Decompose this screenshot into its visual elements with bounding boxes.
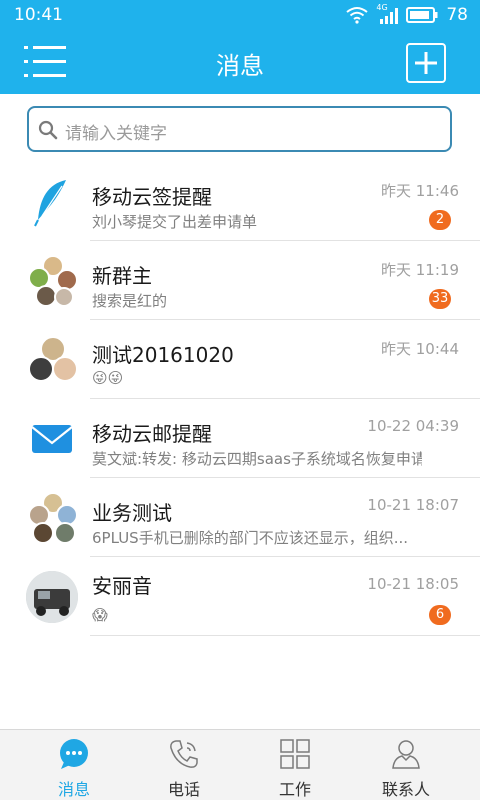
- grid-icon: [280, 739, 310, 769]
- unread-badge: 6: [429, 605, 451, 625]
- search-placeholder: 请输入关键字: [65, 124, 167, 144]
- battery-icon: [406, 7, 438, 23]
- tab-label: 联系人: [381, 780, 430, 799]
- conversation-item[interactable]: 移动云邮提醒 莫文斌:转发: 移动云四期saas子系统域名恢复申请 10-22 …: [0, 399, 480, 478]
- conversation-preview: 6PLUS手机已删除的部门不应该还显示，组织...: [92, 529, 409, 547]
- tab-phone[interactable]: 电话: [124, 730, 244, 801]
- person-icon: [392, 740, 420, 769]
- car-photo-icon: [26, 571, 78, 623]
- conversation-preview: 莫文斌:转发: 移动云四期saas子系统域名恢复申请: [92, 450, 422, 468]
- group-avatar: [26, 492, 78, 544]
- conversation-name: 测试20161020: [92, 343, 234, 367]
- plus-icon: [415, 52, 437, 74]
- conversation-preview: 😱: [92, 606, 108, 624]
- add-button[interactable]: [406, 43, 446, 83]
- mail-icon: [31, 425, 73, 453]
- divider: [90, 635, 480, 636]
- conversation-item[interactable]: 业务测试 6PLUS手机已删除的部门不应该还显示，组织... 10-21 18:…: [0, 478, 480, 557]
- conversation-item[interactable]: 新群主 搜索是红的 昨天 11:19 33: [0, 241, 480, 320]
- conversation-preview: 刘小琴提交了出差申请单: [92, 213, 258, 231]
- conversation-name: 新群主: [92, 264, 152, 288]
- feather-icon: [34, 180, 66, 227]
- tab-label: 消息: [57, 780, 90, 799]
- conversation-time: 10-21 18:07: [367, 496, 459, 514]
- wifi-icon: [346, 7, 368, 24]
- status-bar: 10:41 4G 78: [0, 0, 480, 32]
- conversation-item[interactable]: 测试20161020 😜😜 昨天 10:44: [0, 320, 480, 399]
- phone-icon: [170, 740, 198, 768]
- app-header: 消息: [0, 32, 480, 94]
- battery-level: 78: [446, 5, 468, 25]
- conversation-name: 安丽音: [92, 574, 152, 598]
- tab-messages[interactable]: 消息: [14, 730, 134, 801]
- bottom-tab-bar: 消息 电话 工作 联系人: [0, 729, 480, 800]
- conversation-name: 移动云签提醒: [92, 185, 212, 209]
- conversation-preview: 😜😜: [92, 369, 124, 387]
- status-time: 10:41: [14, 5, 63, 25]
- tab-label: 工作: [278, 780, 311, 799]
- group-avatar: [26, 255, 78, 307]
- unread-badge: 2: [429, 210, 451, 230]
- chat-bubble-icon: [60, 739, 88, 769]
- conversation-time: 昨天 11:46: [381, 182, 459, 200]
- conversation-time: 10-22 04:39: [367, 417, 459, 435]
- conversation-item[interactable]: 移动云签提醒 刘小琴提交了出差申请单 昨天 11:46 2: [0, 162, 480, 241]
- search-box[interactable]: 请输入关键字: [27, 106, 452, 152]
- signal-icon: 4G: [376, 3, 399, 24]
- tab-work[interactable]: 工作: [235, 730, 355, 801]
- conversation-time: 昨天 11:19: [381, 261, 459, 279]
- conversation-time: 10-21 18:05: [367, 575, 459, 593]
- conversation-name: 移动云邮提醒: [92, 422, 212, 446]
- unread-badge: 33: [429, 289, 451, 309]
- conversation-time: 昨天 10:44: [381, 340, 459, 358]
- conversation-item[interactable]: 安丽音 😱 10-21 18:05 6: [0, 557, 480, 636]
- search-icon: [38, 120, 58, 140]
- conversation-preview: 搜索是红的: [92, 292, 168, 310]
- tab-contacts[interactable]: 联系人: [346, 730, 466, 801]
- tab-label: 电话: [167, 780, 200, 799]
- conversation-list: 移动云签提醒 刘小琴提交了出差申请单 昨天 11:46 2 新群主 搜索是红的 …: [0, 162, 480, 636]
- conversation-name: 业务测试: [92, 501, 172, 525]
- group-avatar: [26, 334, 78, 386]
- photo-avatar: [26, 571, 78, 623]
